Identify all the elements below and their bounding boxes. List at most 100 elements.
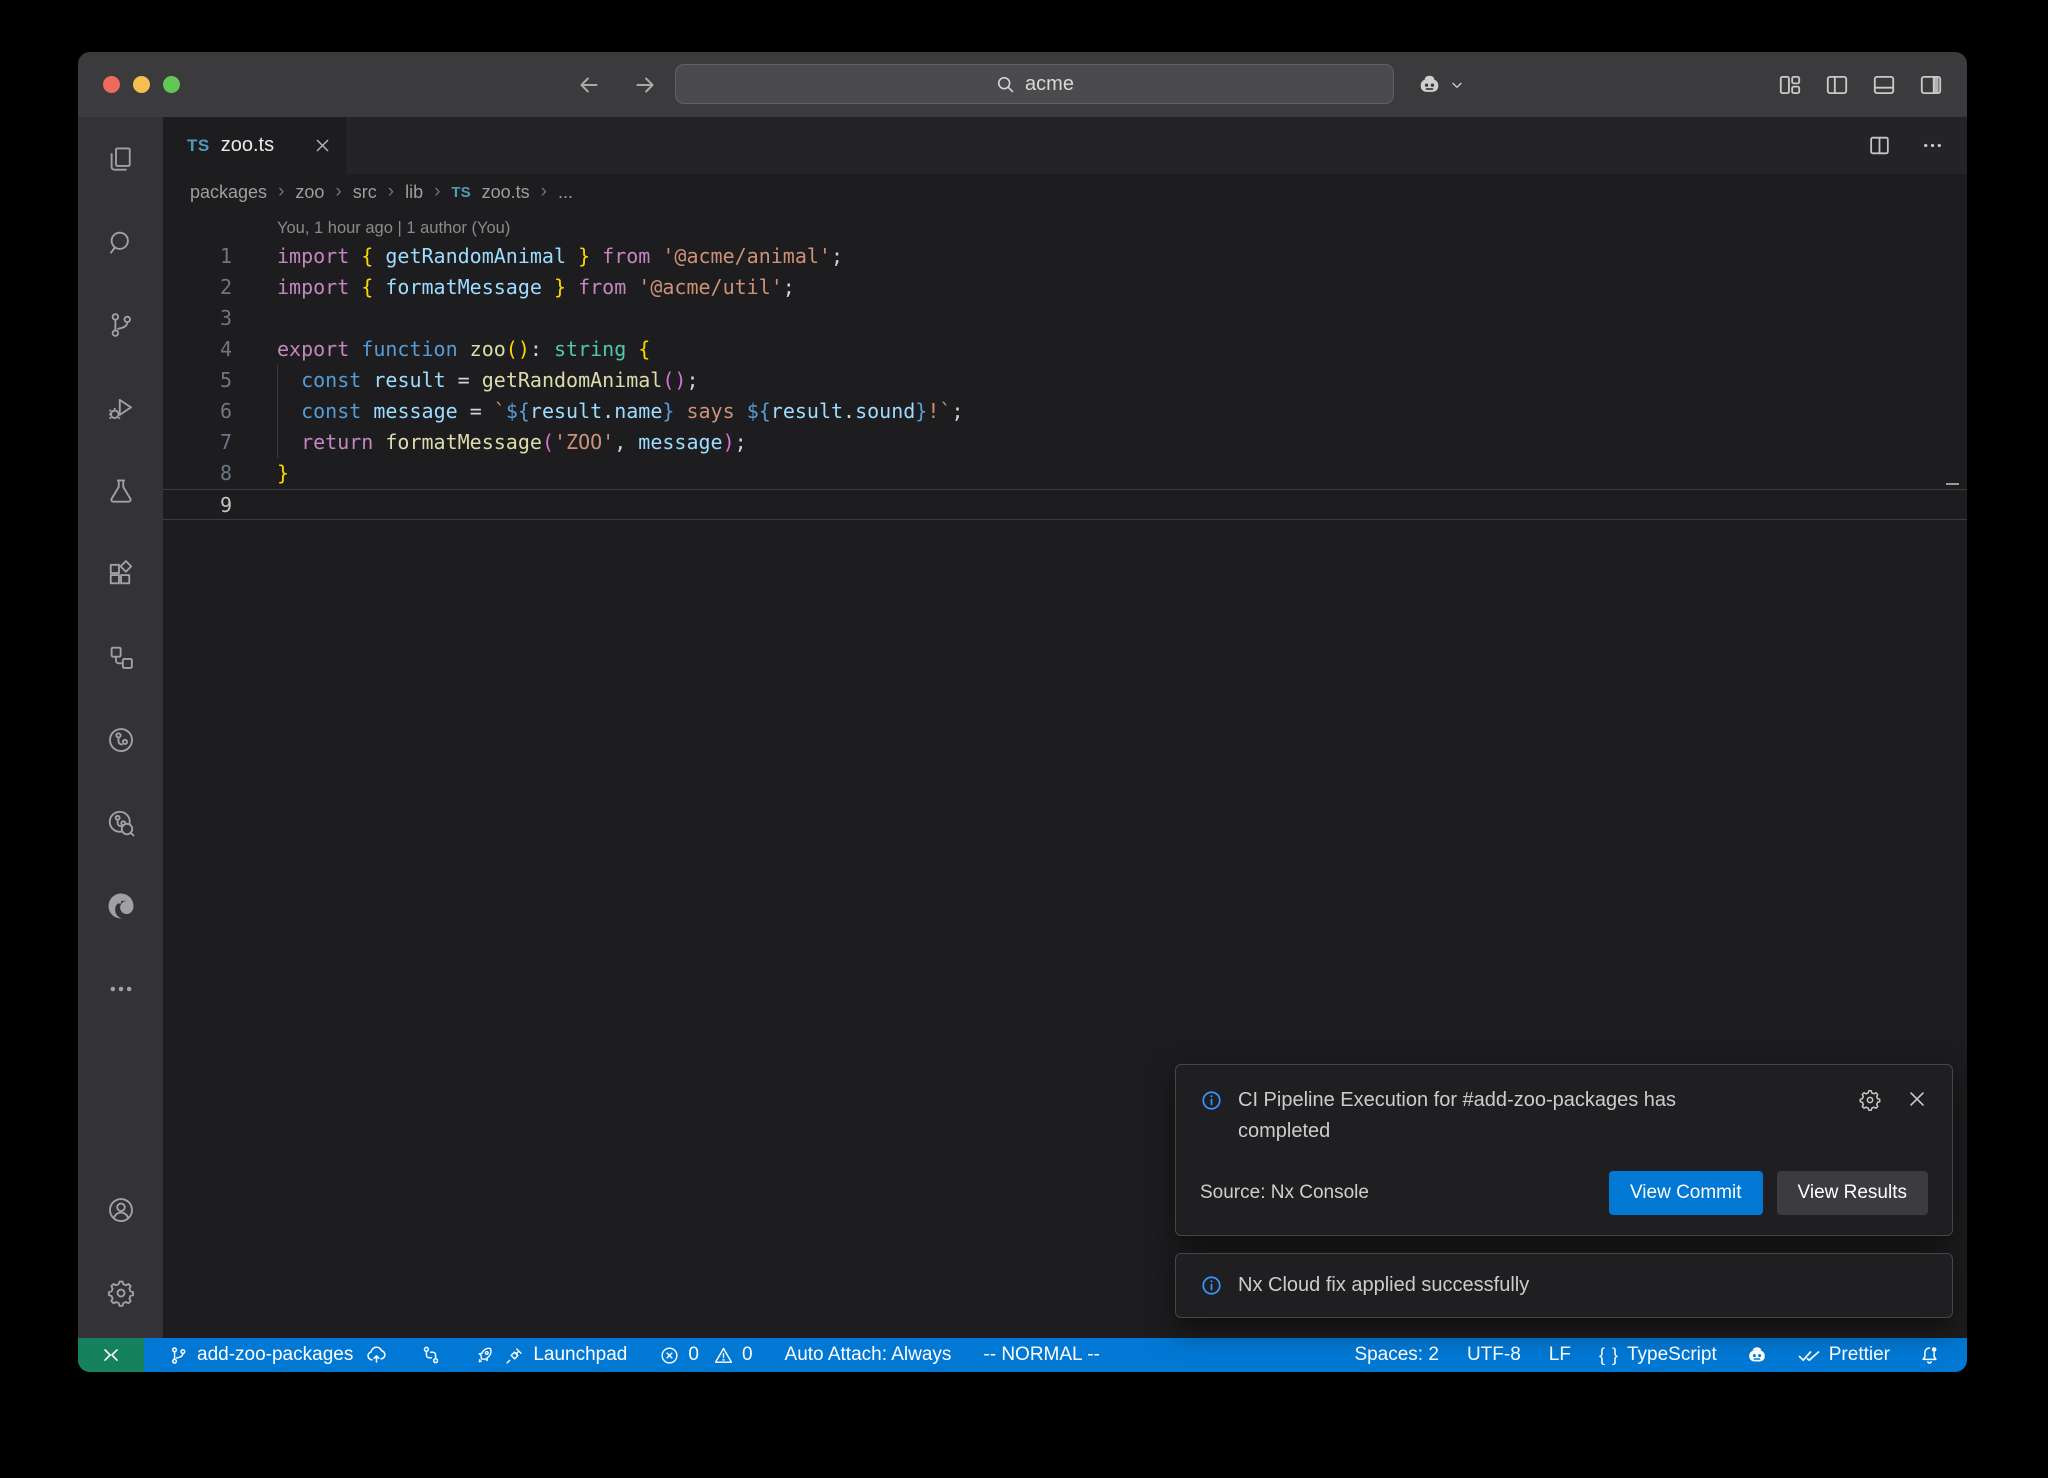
nx-console-icon[interactable]: [78, 615, 163, 698]
copilot-menu[interactable]: [1416, 52, 1464, 117]
line-number[interactable]: 2: [163, 272, 232, 303]
braces-icon: { }: [1599, 1345, 1619, 1366]
code-text: [232, 303, 277, 334]
launchpad-item[interactable]: Launchpad: [474, 1344, 627, 1366]
explorer-icon[interactable]: [78, 117, 163, 200]
notification-close-icon[interactable]: [1906, 1088, 1928, 1112]
accounts-icon[interactable]: [78, 1168, 163, 1251]
view-results-button[interactable]: View Results: [1777, 1171, 1928, 1215]
language-label: TypeScript: [1627, 1344, 1717, 1366]
line-number[interactable]: 7: [163, 427, 232, 458]
problems-item[interactable]: 0 0: [659, 1344, 752, 1366]
source-control-icon[interactable]: [78, 283, 163, 366]
code-text: export function zoo(): string {: [232, 334, 650, 365]
search-value: acme: [1025, 73, 1074, 96]
breadcrumb-item[interactable]: zoo: [295, 182, 324, 203]
line-number[interactable]: 8: [163, 458, 232, 489]
breadcrumb-item[interactable]: zoo.ts: [482, 182, 530, 203]
vim-mode-item[interactable]: -- NORMAL --: [983, 1344, 1099, 1366]
cloud-upload-icon: [365, 1344, 388, 1367]
code-line[interactable]: 4export function zoo(): string {: [163, 334, 1967, 365]
auto-attach-item[interactable]: Auto Attach: Always: [785, 1344, 952, 1366]
command-center-search[interactable]: acme: [675, 64, 1394, 104]
info-icon: [1200, 1274, 1223, 1297]
code-text: }: [232, 458, 289, 489]
status-bar: add-zoo-packages Launchpad: [78, 1338, 1967, 1372]
source-control-graph-item[interactable]: [420, 1344, 442, 1366]
copilot-icon: [1745, 1343, 1769, 1367]
launchpad-label: Launchpad: [533, 1344, 627, 1366]
settings-gear-icon[interactable]: [78, 1251, 163, 1334]
breadcrumb-separator-icon: ›: [388, 181, 394, 203]
customize-layout-icon[interactable]: [1777, 72, 1803, 98]
breadcrumb-separator-icon: ›: [434, 181, 440, 203]
view-commit-button[interactable]: View Commit: [1609, 1171, 1763, 1215]
line-number[interactable]: 5: [163, 365, 232, 396]
editor-more-actions-icon[interactable]: [1920, 133, 1945, 158]
line-number[interactable]: 6: [163, 396, 232, 427]
maximize-window-button[interactable]: [163, 76, 180, 93]
tab-label: zoo.ts: [221, 134, 302, 157]
language-mode-item[interactable]: { } TypeScript: [1599, 1344, 1717, 1366]
code-text: return formatMessage('ZOO', message);: [232, 427, 747, 458]
indentation-label: Spaces: 2: [1354, 1344, 1439, 1366]
line-number[interactable]: 9: [163, 490, 232, 519]
breadcrumb-separator-icon: ›: [541, 181, 547, 203]
eol-item[interactable]: LF: [1549, 1344, 1571, 1366]
code-line[interactable]: 1import { getRandomAnimal } from '@acme/…: [163, 241, 1967, 272]
line-number[interactable]: 1: [163, 241, 232, 272]
notifications-bell-item[interactable]: [1918, 1344, 1941, 1367]
tab-bar: TS zoo.ts: [163, 117, 1967, 174]
source-control-graph-icon: [420, 1344, 442, 1366]
indentation-item[interactable]: Spaces: 2: [1354, 1344, 1439, 1366]
forward-arrow-icon[interactable]: [632, 72, 658, 98]
breadcrumb-item[interactable]: src: [353, 182, 377, 203]
more-icon[interactable]: [78, 947, 163, 1030]
edge-browser-icon[interactable]: [78, 864, 163, 947]
project-graph-icon[interactable]: [78, 698, 163, 781]
code-line[interactable]: 5 const result = getRandomAnimal();: [163, 365, 1967, 396]
code-line[interactable]: 2import { formatMessage } from '@acme/ut…: [163, 272, 1967, 303]
toggle-secondary-sidebar-icon[interactable]: [1918, 72, 1944, 98]
breadcrumb-item[interactable]: lib: [405, 182, 423, 203]
info-icon: [1200, 1085, 1223, 1112]
vim-mode-label: -- NORMAL --: [983, 1344, 1099, 1366]
warning-count: 0: [742, 1344, 753, 1366]
line-number[interactable]: 3: [163, 303, 232, 334]
minimize-window-button[interactable]: [133, 76, 150, 93]
close-window-button[interactable]: [103, 76, 120, 93]
breadcrumb-item[interactable]: packages: [190, 182, 267, 203]
notification-message: CI Pipeline Execution for #add-zoo-packa…: [1238, 1085, 1708, 1147]
formatter-item[interactable]: Prettier: [1797, 1343, 1890, 1367]
copilot-icon: [1416, 71, 1443, 98]
code-line[interactable]: 7 return formatMessage('ZOO', message);: [163, 427, 1967, 458]
close-tab-icon[interactable]: [313, 136, 332, 155]
code-line[interactable]: 6 const message = `${result.name} says $…: [163, 396, 1967, 427]
extensions-icon[interactable]: [78, 532, 163, 615]
typescript-file-icon: TS: [187, 136, 210, 156]
run-and-debug-icon[interactable]: [78, 366, 163, 449]
breadcrumb-overflow[interactable]: ...: [558, 182, 573, 203]
titlebar: acme: [78, 52, 1967, 117]
remote-indicator[interactable]: [78, 1338, 144, 1372]
testing-icon[interactable]: [78, 449, 163, 532]
search-icon[interactable]: [78, 200, 163, 283]
code-line[interactable]: 8}: [163, 458, 1967, 489]
code-line[interactable]: 9: [163, 489, 1967, 520]
toggle-primary-sidebar-icon[interactable]: [1824, 72, 1850, 98]
code-line[interactable]: 3: [163, 303, 1967, 334]
back-arrow-icon[interactable]: [576, 72, 602, 98]
git-branch-item[interactable]: add-zoo-packages: [168, 1344, 388, 1367]
bell-dot-icon: [1918, 1344, 1941, 1367]
breadcrumb-separator-icon: ›: [278, 181, 284, 203]
encoding-item[interactable]: UTF-8: [1467, 1344, 1521, 1366]
tab-zoo-ts[interactable]: TS zoo.ts: [163, 117, 346, 174]
copilot-status-item[interactable]: [1745, 1343, 1769, 1367]
line-number[interactable]: 4: [163, 334, 232, 365]
chevron-down-icon: [1450, 78, 1464, 92]
notification-message: Nx Cloud fix applied successfully: [1238, 1274, 1529, 1297]
notification-settings-gear-icon[interactable]: [1858, 1088, 1882, 1112]
graph-search-icon[interactable]: [78, 781, 163, 864]
split-editor-icon[interactable]: [1867, 133, 1892, 158]
toggle-panel-icon[interactable]: [1871, 72, 1897, 98]
